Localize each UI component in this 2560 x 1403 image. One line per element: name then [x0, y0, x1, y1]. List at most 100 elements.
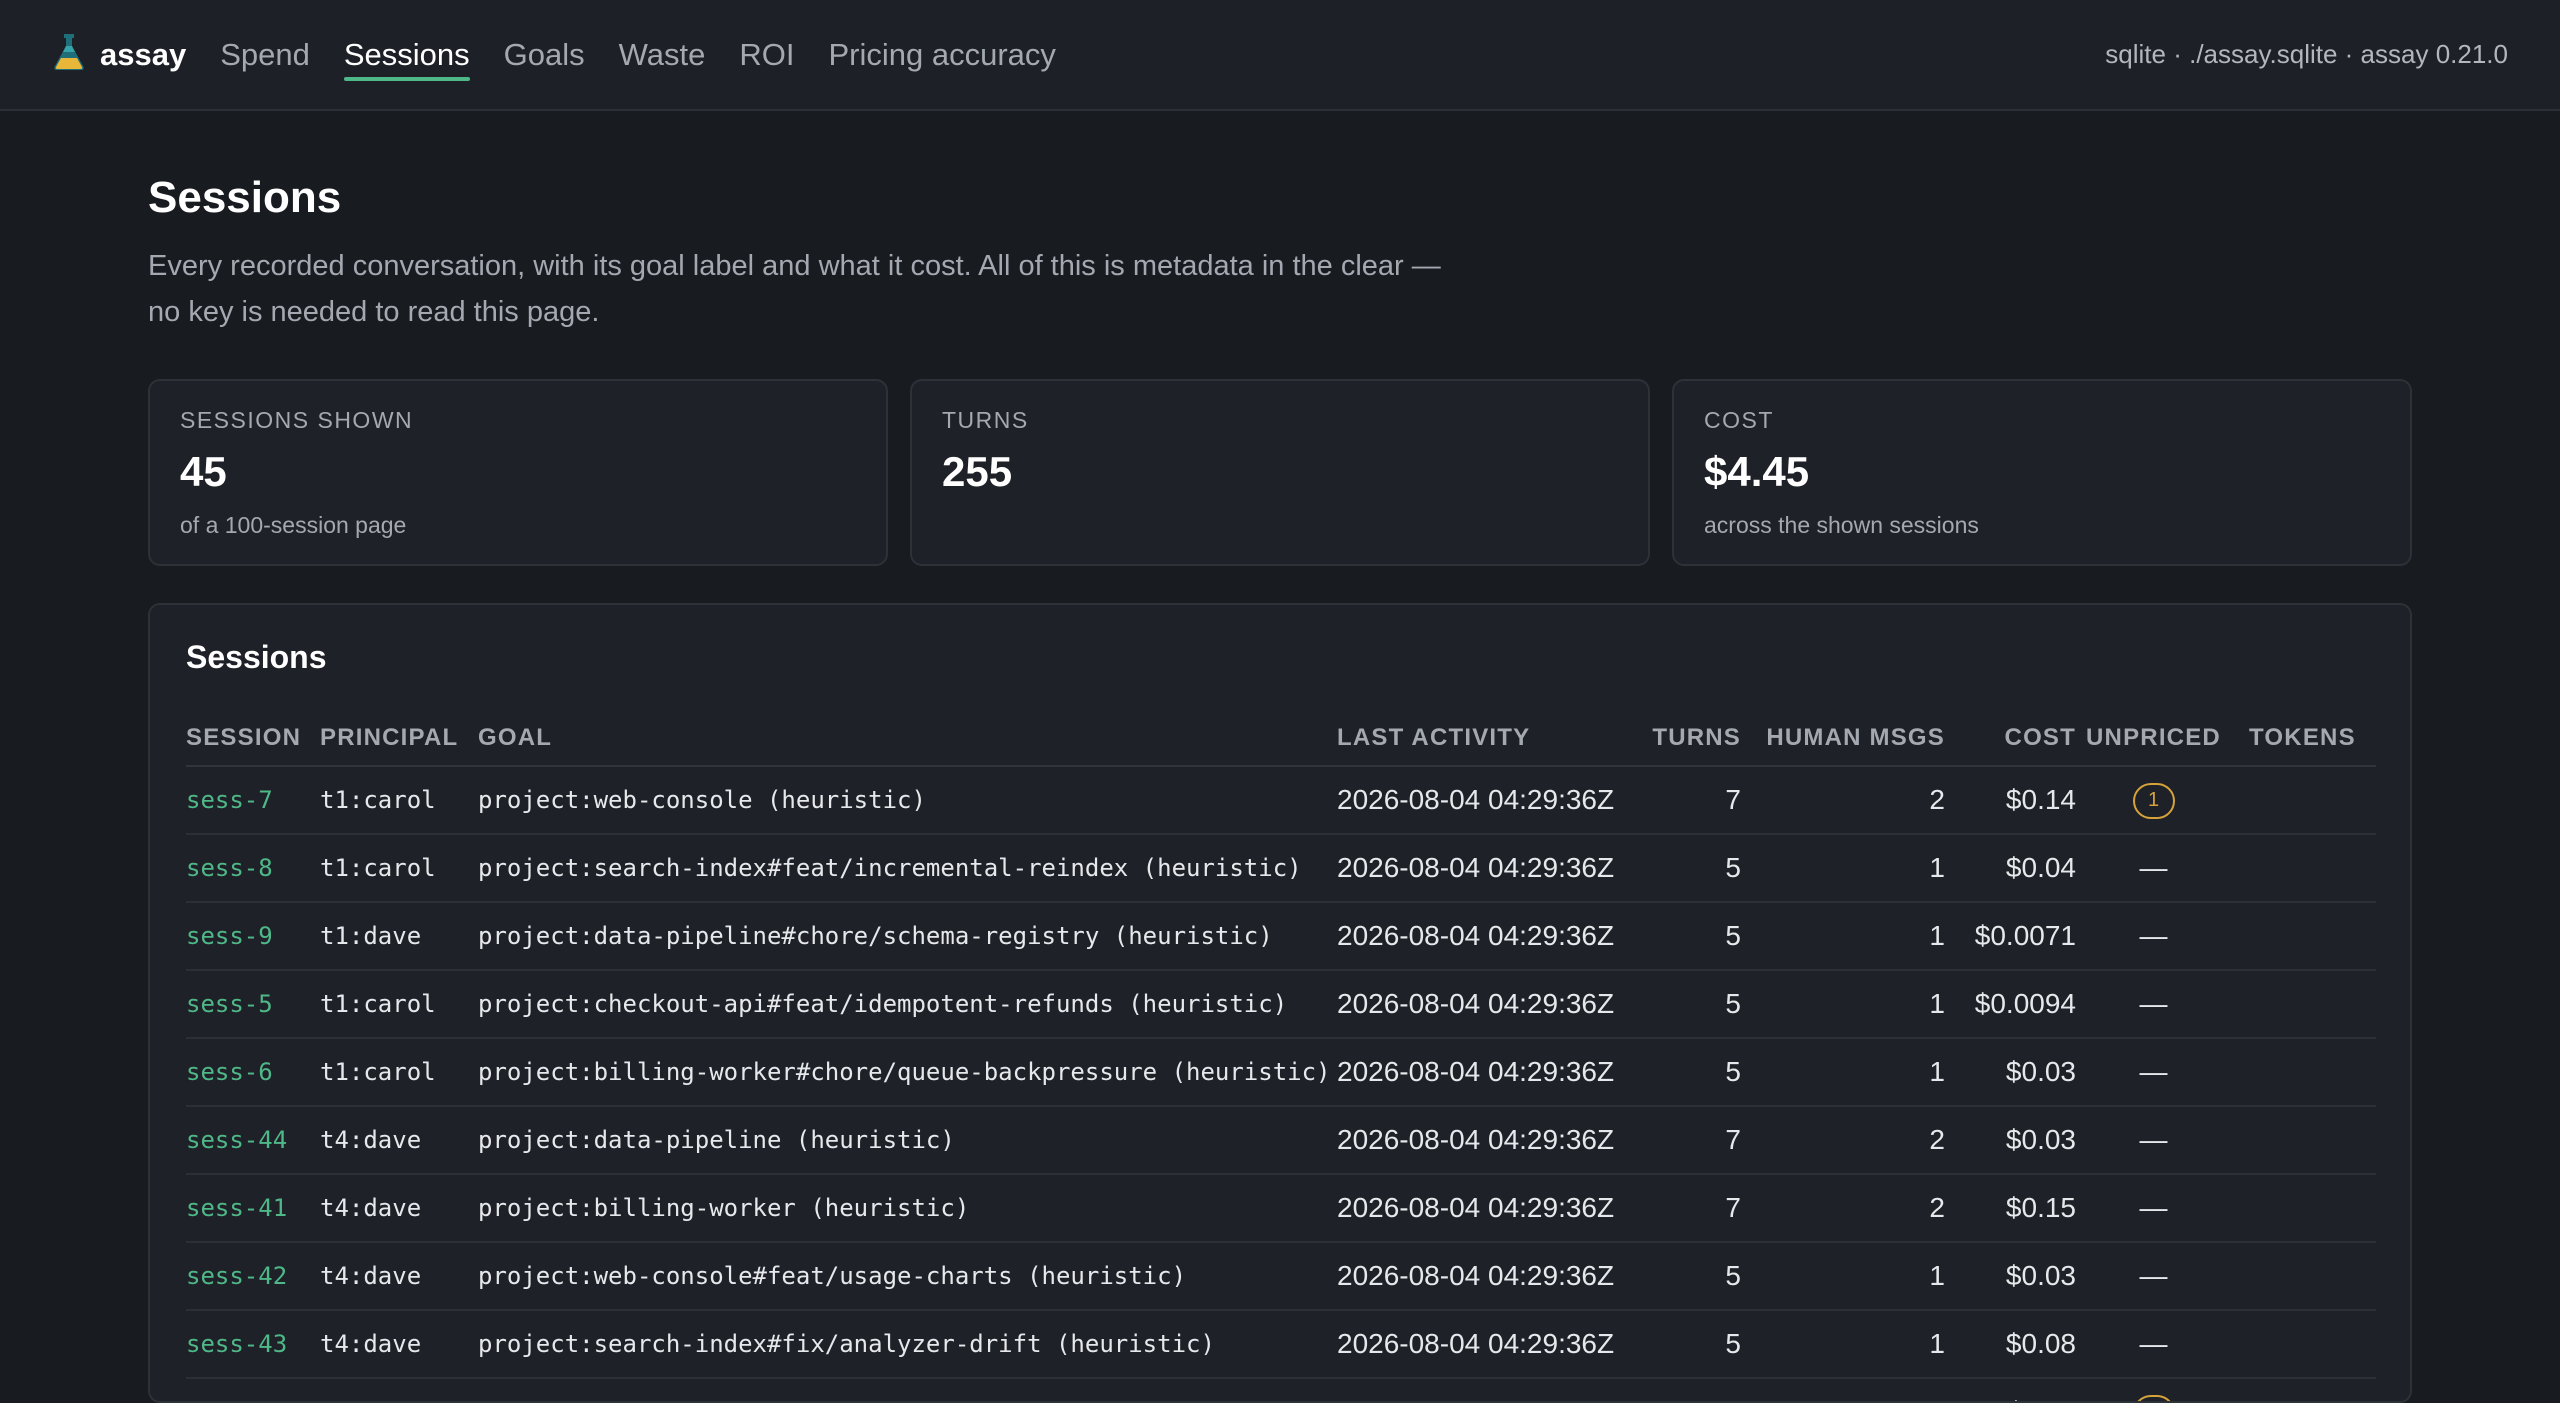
- human-msgs-cell: 2: [1741, 1378, 1945, 1401]
- table-row[interactable]: sess-9 t1:dave project:data-pipeline#chore…: [186, 902, 2376, 971]
- column-header-goal[interactable]: Goal: [478, 710, 1337, 767]
- tokens-cell: [2231, 902, 2376, 971]
- last-activity-cell: 2026-08-04 04:29:36Z: [1337, 1310, 1648, 1379]
- nav-item-sessions[interactable]: Sessions: [343, 0, 470, 109]
- column-header-session[interactable]: Session: [186, 710, 320, 767]
- table-row[interactable]: sess-7 t1:carol project:web-console (heuri…: [186, 766, 2376, 835]
- stat-card-sessions: Sessions shown 45 of a 100-session page: [148, 379, 888, 566]
- column-header-cost[interactable]: Cost: [1945, 710, 2076, 767]
- principal-cell: t1:carol: [320, 766, 478, 835]
- stat-label: Turns: [942, 407, 1029, 433]
- principal-cell: t4:dave: [320, 1242, 478, 1311]
- human-msgs-cell: 1: [1741, 834, 1945, 903]
- principal-cell: t1:carol: [320, 970, 478, 1039]
- column-header-turns[interactable]: Turns: [1648, 710, 1741, 767]
- tokens-cell: [2231, 1310, 2376, 1379]
- stat-value: $4.45: [1704, 448, 1810, 495]
- session-link[interactable]: sess-43: [186, 1310, 320, 1379]
- cost-cell: $0.03: [1945, 1106, 2076, 1175]
- unpriced-cell: —: [2076, 1310, 2231, 1379]
- unpriced-cell: —: [2076, 1038, 2231, 1107]
- session-link[interactable]: sess-42: [186, 1242, 320, 1311]
- goal-cell: project:search-index (heuristic): [478, 1378, 1337, 1401]
- tokens-cell: [2231, 1242, 2376, 1311]
- session-link[interactable]: sess-44: [186, 1106, 320, 1175]
- human-msgs-cell: 1: [1741, 1242, 1945, 1311]
- main-nav: Spend Sessions Goals Waste ROI Pricing accura…: [220, 0, 1056, 109]
- turns-cell: 5: [1648, 1038, 1741, 1107]
- cost-cell: $0.04: [1945, 834, 2076, 903]
- main-content: Sessions Every recorded conversation, wi…: [148, 111, 2412, 1403]
- goal-cell: project:billing-worker#chore/queue-backp…: [478, 1038, 1337, 1107]
- stat-value: 255: [942, 448, 1013, 495]
- unpriced-cell: —: [2076, 1242, 2231, 1311]
- unpriced-cell: —: [2076, 1106, 2231, 1175]
- stat-sub: across the shown sessions: [1704, 512, 1979, 538]
- sessions-panel: Sessions Session Principal Goal Last act…: [148, 603, 2412, 1403]
- table-row[interactable]: sess-39t4:daveproject:search-index (heur…: [186, 1378, 2376, 1401]
- session-link[interactable]: sess-39: [186, 1378, 320, 1401]
- principal-cell: t4:dave: [320, 1378, 478, 1401]
- tokens-cell: [2231, 1174, 2376, 1243]
- principal-cell: t1:dave: [320, 902, 478, 971]
- session-link[interactable]: sess-41: [186, 1174, 320, 1243]
- nav-item-roi[interactable]: ROI: [739, 0, 794, 109]
- last-activity-cell: 2026-08-04 04:29:36Z: [1337, 1174, 1648, 1243]
- goal-cell: project:data-pipeline#chore/schema-regis…: [478, 902, 1337, 971]
- cost-cell: $0.03: [1945, 1242, 2076, 1311]
- tokens-cell: [2231, 766, 2376, 835]
- principal-cell: t1:carol: [320, 834, 478, 903]
- nav-item-spend[interactable]: Spend: [220, 0, 310, 109]
- goal-cell: project:billing-worker (heuristic): [478, 1174, 1337, 1243]
- human-msgs-cell: 1: [1741, 902, 1945, 971]
- turns-cell: 5: [1648, 970, 1741, 1039]
- table-row[interactable]: sess-5 t1:carol project:checkout-api#feat/…: [186, 970, 2376, 1039]
- cost-cell: $0.0094: [1945, 970, 2076, 1039]
- table-row[interactable]: sess-43 t4:dave project:search-index#fix/a…: [186, 1310, 2376, 1379]
- unpriced-count-badge: 1: [2132, 1394, 2175, 1401]
- nav-item-waste[interactable]: Waste: [619, 0, 706, 109]
- unpriced-cell: —: [2076, 902, 2231, 971]
- cost-cell: $0.15: [1945, 1174, 2076, 1243]
- goal-cell: project:data-pipeline (heuristic): [478, 1106, 1337, 1175]
- table-row[interactable]: sess-42 t4:dave project:web-console#feat/u…: [186, 1242, 2376, 1311]
- turns-cell: 7: [1648, 766, 1741, 835]
- unpriced-cell: —: [2076, 1174, 2231, 1243]
- session-link[interactable]: sess-8: [186, 834, 320, 903]
- stat-card-cost: Cost $4.45 across the shown sessions: [1672, 379, 2412, 566]
- last-activity-cell: 2026-08-04 04:29:36Z: [1337, 766, 1648, 835]
- principal-cell: t4:dave: [320, 1310, 478, 1379]
- human-msgs-cell: 2: [1741, 1106, 1945, 1175]
- column-header-last-activity[interactable]: Last activity: [1337, 710, 1648, 767]
- table-row[interactable]: sess-44 t4:dave project:data-pipeline (heu…: [186, 1106, 2376, 1175]
- human-msgs-cell: 1: [1741, 1310, 1945, 1379]
- session-link[interactable]: sess-6: [186, 1038, 320, 1107]
- goal-cell: project:search-index#fix/analyzer-drift …: [478, 1310, 1337, 1379]
- last-activity-cell: 2026-08-04 04:29:36Z: [1337, 1038, 1648, 1107]
- cost-cell: $0.11: [1945, 1378, 2076, 1401]
- principal-cell: t4:dave: [320, 1174, 478, 1243]
- table-row[interactable]: sess-41 t4:dave project:billing-worker (he…: [186, 1174, 2376, 1243]
- session-link[interactable]: sess-5: [186, 970, 320, 1039]
- stat-card-turns: Turns 255: [910, 379, 1650, 566]
- column-header-unpriced[interactable]: Unpriced: [2076, 710, 2231, 767]
- table-row[interactable]: sess-6 t1:carol project:billing-worker#cho…: [186, 1038, 2376, 1107]
- column-header-principal[interactable]: Principal: [320, 710, 478, 767]
- cost-cell: $0.08: [1945, 1310, 2076, 1379]
- brand[interactable]: assay: [52, 32, 186, 77]
- session-link[interactable]: sess-9: [186, 902, 320, 971]
- stat-label: Sessions shown: [180, 407, 414, 433]
- human-msgs-cell: 1: [1741, 1038, 1945, 1107]
- last-activity-cell: 2026-08-04 04:29:36Z: [1337, 1378, 1648, 1401]
- turns-cell: 7: [1648, 1378, 1741, 1401]
- tokens-cell: [2231, 1378, 2376, 1401]
- turns-cell: 5: [1648, 1242, 1741, 1311]
- column-header-tokens[interactable]: Tokens: [2231, 710, 2376, 767]
- nav-item-pricing-accuracy[interactable]: Pricing accuracy: [828, 0, 1055, 109]
- cost-cell: $0.03: [1945, 1038, 2076, 1107]
- stat-value: 45: [180, 448, 227, 495]
- column-header-human-msgs[interactable]: Human msgs: [1741, 710, 1945, 767]
- table-row[interactable]: sess-8 t1:carol project:search-index#feat/…: [186, 834, 2376, 903]
- session-link[interactable]: sess-7: [186, 766, 320, 835]
- nav-item-goals[interactable]: Goals: [504, 0, 585, 109]
